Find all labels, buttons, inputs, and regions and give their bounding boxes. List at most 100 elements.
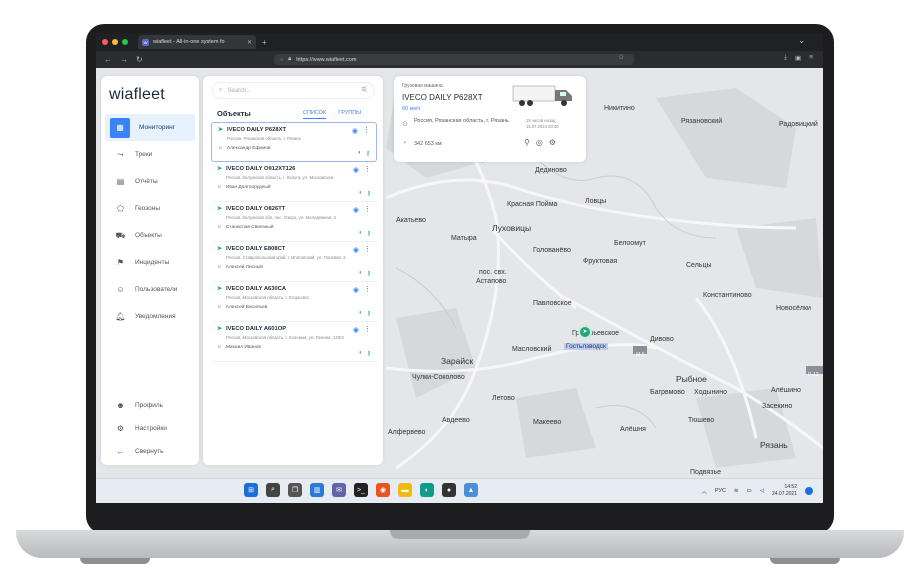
sidebar-item-label: Настройки [135,425,167,432]
item-name-text: IVECO DAILY P628XT [227,126,286,133]
sidebar-item-bell[interactable]: 🔔︎ Уведомления [105,303,195,330]
sidebar-item-collapse[interactable]: ← Свернуть [105,440,195,463]
sidebar-item-label: Мониторинг [139,124,176,131]
map-place-label: Алёшня [620,426,646,433]
chevron-down-icon[interactable]: ⌄ [798,36,805,45]
sidebar-item-report[interactable]: ▤ Отчёты [105,168,195,195]
search-input[interactable]: ⌕ Search... ⚟ [212,82,375,99]
map-place-label: Тюшево [688,417,715,424]
menu-icon[interactable]: ≡ [809,54,813,62]
list-item[interactable]: ➤ IVECO DAILY O826TT Россия, Калужская обл… [211,202,377,242]
volume-icon[interactable]: ◁ [760,488,764,494]
list-item[interactable]: ➤ IVECO DAILY E808CT Россия, Ставропольски… [211,242,377,282]
map-place-label: Луховицы [492,223,532,233]
chat-icon[interactable]: ◎ [536,138,543,147]
map-place-label: Макеево [533,419,562,426]
taskview-icon[interactable]: ❐ [288,483,302,497]
eye-icon[interactable]: ◉ [352,127,358,135]
more-icon[interactable]: ⋮ [364,285,371,293]
download-icon[interactable]: ⤓ [784,54,787,62]
vehicle-name: IVECO DAILY P628XT [402,93,483,102]
list-item[interactable]: ➤ IVECO DAILY A630CA Россия, Московская об… [211,282,377,322]
terminal-icon[interactable]: >_ [354,483,368,497]
vehicle-speed: 60 км/ч [402,106,421,112]
road-label: P-12 [808,372,819,378]
map-place-label: Рыбное [676,374,707,384]
eye-icon[interactable]: ◉ [353,206,359,214]
new-tab-icon[interactable]: + [262,38,267,47]
sidebar-item-label: Треки [135,151,153,158]
filter-icon[interactable]: ⚟ [361,85,368,94]
battery-icon[interactable]: ▭ [747,488,752,494]
forward-icon[interactable]: → [120,55,128,64]
language-indicator[interactable]: РУС [715,488,726,494]
list-item[interactable]: ➤ IVECO DAILY O912XT126 Россия, Калужская … [211,162,377,202]
list-item[interactable]: ➤ IVECO DAILY A601OP Россия, Московская об… [211,322,377,362]
chat-icon[interactable]: ✉ [332,483,346,497]
vehicle-type: Грузовая машина [402,83,443,89]
route-icon[interactable]: ⚲ [524,138,530,147]
maximize-window-icon[interactable] [122,39,128,45]
more-icon[interactable]: ⋮ [364,245,371,253]
item-name: ➤ IVECO DAILY O912XT126 [217,165,371,173]
laptop-notch [390,530,530,539]
bookmark-star-icon[interactable]: ☆ [618,53,624,61]
eye-icon[interactable]: ◉ [353,326,359,334]
objects-list: ➤ IVECO DAILY P628XT Россия, Рязанская обл… [211,122,377,362]
map-place-label: Матыра [451,235,477,242]
laptop-foot [770,558,840,564]
direction-arrow-icon: ➤ [217,246,223,252]
tab-groups[interactable]: ГРУППЫ [338,110,361,119]
reload-icon[interactable]: ↻ [136,55,143,64]
minimize-window-icon[interactable] [112,39,118,45]
map-place-label: Багрвмово [650,389,685,396]
search-icon[interactable]: ⌕ [266,483,280,497]
sidebar-item-geozone[interactable]: ⬠ Геозоны [105,195,195,222]
eye-icon[interactable]: ◉ [353,246,359,254]
list-item[interactable]: ➤ IVECO DAILY P628XT Россия, Рязанская обл… [211,122,377,162]
direction-arrow-icon: ➤ [217,326,223,332]
more-icon[interactable]: ⋮ [363,126,370,134]
panel-title: Объекты [217,109,251,118]
address-bar[interactable]: ◌ 🔒︎ https://www.wiafleet.com [274,54,634,65]
vehicle-odometer: 342 653 км [414,141,442,147]
sidebar-item-route[interactable]: ⤳ Треки [105,141,195,168]
app-icon[interactable]: ● [442,483,456,497]
settings-icon[interactable]: ⚙ [549,138,556,147]
back-icon[interactable]: ← [104,55,112,64]
map-place-label: Новосёлки [776,305,811,312]
extensions-icon[interactable]: ▣ [795,54,801,62]
sidebar-item-truck[interactable]: ⛟ Объекты [105,222,195,249]
close-window-icon[interactable] [102,39,108,45]
edge-icon[interactable]: ◐ [420,483,434,497]
map-place-label: Дивово [650,336,674,343]
wifi-icon[interactable]: ≋ [734,488,739,494]
clock[interactable]: 14:52 24.07.2021 [772,484,797,498]
sidebar-item-map[interactable]: ▦ Мониторинг [105,114,195,141]
browser-tab[interactable]: W wiafleet - All-in-one system fo ✕ [138,35,256,49]
sidebar-item-profile[interactable]: ☻ Профиль [105,394,195,417]
photos-icon[interactable]: ▲ [464,483,478,497]
chevron-up-icon[interactable]: ︿ [701,487,707,495]
sidebar-item-label: Отчёты [135,178,158,185]
clock-date: 24.07.2021 [771,491,797,497]
vehicle-marker[interactable]: ➤ [578,325,592,339]
more-icon[interactable]: ⋮ [364,165,371,173]
windows-icon[interactable]: ⊞ [244,483,258,497]
sidebar-item-incident[interactable]: ⚑ Инциденты [105,249,195,276]
eye-icon[interactable]: ◉ [353,286,359,294]
more-icon[interactable]: ⋮ [364,325,371,333]
tab-list[interactable]: СПИСОК [303,110,327,119]
sidebar-item-users[interactable]: ☺ Пользователи [105,276,195,303]
widgets-icon[interactable]: ▥ [310,483,324,497]
signal-icon: ◐ [358,270,363,276]
tab-close-icon[interactable]: ✕ [247,39,252,46]
marker-label: Гостьлзводск [564,343,608,350]
sidebar-item-settings[interactable]: ⚙ Настройки [105,417,195,440]
folder-icon[interactable]: ▬ [398,483,412,497]
item-driver-text: Алексей Лисный [225,265,263,270]
ubuntu-icon[interactable]: ◉ [376,483,390,497]
notification-icon[interactable] [805,487,813,495]
more-icon[interactable]: ⋮ [364,205,371,213]
eye-icon[interactable]: ◉ [353,166,359,174]
